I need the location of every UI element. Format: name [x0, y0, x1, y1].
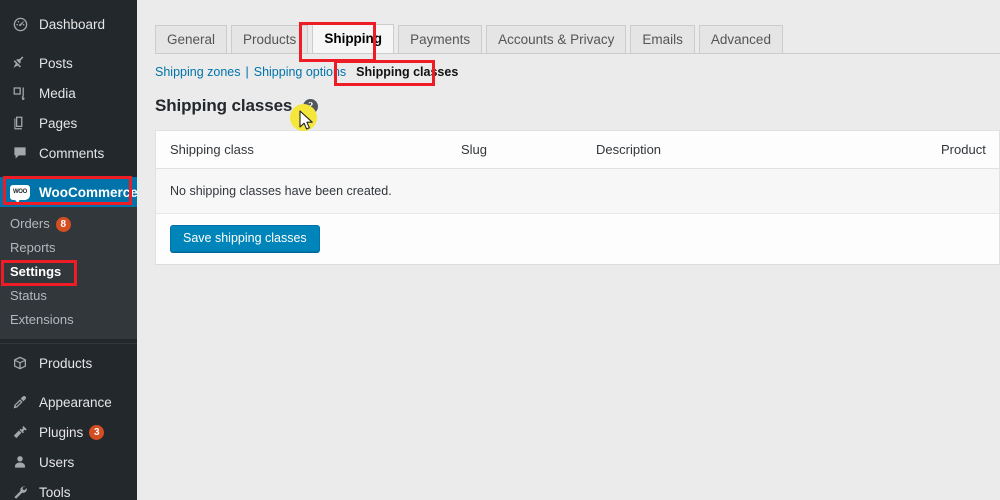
- comment-icon: [9, 143, 31, 163]
- column-header-product-count[interactable]: Product: [941, 131, 999, 169]
- shipping-subnav: Shipping zones | Shipping options Shippi…: [155, 63, 1000, 81]
- sidebar-item-label: Plugins: [39, 424, 84, 440]
- sidebar-item-label: Comments: [39, 145, 105, 161]
- admin-sidebar: Dashboard Posts Media Pages Comments WOO…: [0, 0, 137, 500]
- sidebar-item-posts[interactable]: Posts: [0, 48, 137, 78]
- woocommerce-icon-text: WOO: [12, 189, 28, 195]
- subnav-separator: |: [245, 65, 249, 79]
- sidebar-item-users[interactable]: Users: [0, 447, 137, 477]
- appearance-icon: [9, 392, 31, 412]
- submenu-item-extensions[interactable]: Extensions: [0, 308, 137, 332]
- subnav-link-shipping-classes[interactable]: Shipping classes: [356, 65, 458, 79]
- sidebar-item-woocommerce[interactable]: WOO WooCommerce: [0, 177, 137, 207]
- page-heading: Shipping classes ?: [155, 95, 1000, 117]
- submenu-item-reports[interactable]: Reports: [0, 236, 137, 260]
- sidebar-item-label: Tools: [39, 484, 71, 500]
- sidebar-item-label: Appearance: [39, 394, 112, 410]
- settings-tab-bar: General Products Shipping Payments Accou…: [155, 22, 1000, 54]
- subnav-link-shipping-options[interactable]: Shipping options: [254, 65, 346, 79]
- submenu-item-label: Status: [10, 288, 47, 303]
- empty-state-message: No shipping classes have been created.: [156, 168, 999, 214]
- table-body: No shipping classes have been created.: [156, 168, 999, 214]
- sidebar-item-label: Media: [39, 85, 76, 101]
- tab-shipping[interactable]: Shipping: [312, 24, 395, 53]
- shipping-classes-table: Shipping class Slug Description Product …: [156, 131, 999, 214]
- subnav-link-shipping-zones[interactable]: Shipping zones: [155, 65, 240, 79]
- table-header-row: Shipping class Slug Description Product: [156, 131, 999, 169]
- sidebar-item-appearance[interactable]: Appearance: [0, 387, 137, 417]
- sidebar-item-label: WooCommerce: [39, 184, 137, 200]
- save-shipping-classes-button[interactable]: Save shipping classes: [170, 225, 320, 252]
- pages-icon: [9, 113, 31, 133]
- submenu-item-label: Extensions: [10, 312, 74, 327]
- sidebar-item-label: Users: [39, 454, 75, 470]
- tab-accounts-privacy[interactable]: Accounts & Privacy: [486, 25, 627, 53]
- submenu-item-settings[interactable]: Settings: [0, 260, 137, 284]
- sidebar-item-comments[interactable]: Comments: [0, 138, 137, 168]
- sidebar-divider-1: [0, 343, 137, 344]
- column-header-slug[interactable]: Slug: [461, 131, 596, 169]
- sidebar-item-label: Pages: [39, 115, 78, 131]
- submenu-item-status[interactable]: Status: [0, 284, 137, 308]
- tab-products[interactable]: Products: [231, 25, 309, 53]
- page-title: Shipping classes: [155, 96, 293, 115]
- mouse-cursor-icon: [299, 110, 315, 137]
- sidebar-item-label: Dashboard: [39, 16, 106, 32]
- plugins-icon: [9, 422, 31, 442]
- sidebar-item-label: Posts: [39, 55, 73, 71]
- table-footer: Save shipping classes: [156, 214, 999, 264]
- sidebar-item-pages[interactable]: Pages: [0, 108, 137, 138]
- submenu-item-orders[interactable]: Orders 8: [0, 212, 137, 236]
- tab-emails[interactable]: Emails: [630, 25, 695, 53]
- tab-advanced[interactable]: Advanced: [698, 25, 783, 53]
- sidebar-item-label: Products: [39, 355, 93, 371]
- pin-icon: [9, 53, 31, 73]
- sidebar-item-plugins[interactable]: Plugins 3: [0, 417, 137, 447]
- sidebar-top-spacer: [0, 0, 137, 9]
- sidebar-item-tools[interactable]: Tools: [0, 477, 137, 500]
- table-row-empty: No shipping classes have been created.: [156, 168, 999, 214]
- shipping-classes-card: Shipping class Slug Description Product …: [155, 130, 1000, 265]
- tools-icon: [9, 482, 31, 500]
- table-header: Shipping class Slug Description Product: [156, 131, 999, 169]
- products-icon: [9, 353, 31, 373]
- sidebar-item-products[interactable]: Products: [0, 348, 137, 378]
- main-content: General Products Shipping Payments Accou…: [137, 0, 1000, 500]
- woocommerce-icon: WOO: [9, 182, 31, 203]
- sidebar-item-media[interactable]: Media: [0, 78, 137, 108]
- users-icon: [9, 452, 31, 472]
- woocommerce-submenu: Orders 8 Reports Settings Status Extensio…: [0, 207, 137, 339]
- submenu-item-label: Reports: [10, 240, 56, 255]
- sidebar-item-dashboard[interactable]: Dashboard: [0, 9, 137, 39]
- column-header-description[interactable]: Description: [596, 131, 941, 169]
- submenu-item-label: Settings: [10, 264, 62, 279]
- media-icon: [9, 83, 31, 103]
- orders-badge: 8: [55, 217, 71, 232]
- tab-general[interactable]: General: [155, 25, 228, 53]
- tab-payments[interactable]: Payments: [398, 25, 483, 53]
- plugins-badge: 3: [89, 424, 105, 440]
- dashboard-icon: [9, 14, 31, 34]
- submenu-item-label: Orders: [10, 216, 50, 231]
